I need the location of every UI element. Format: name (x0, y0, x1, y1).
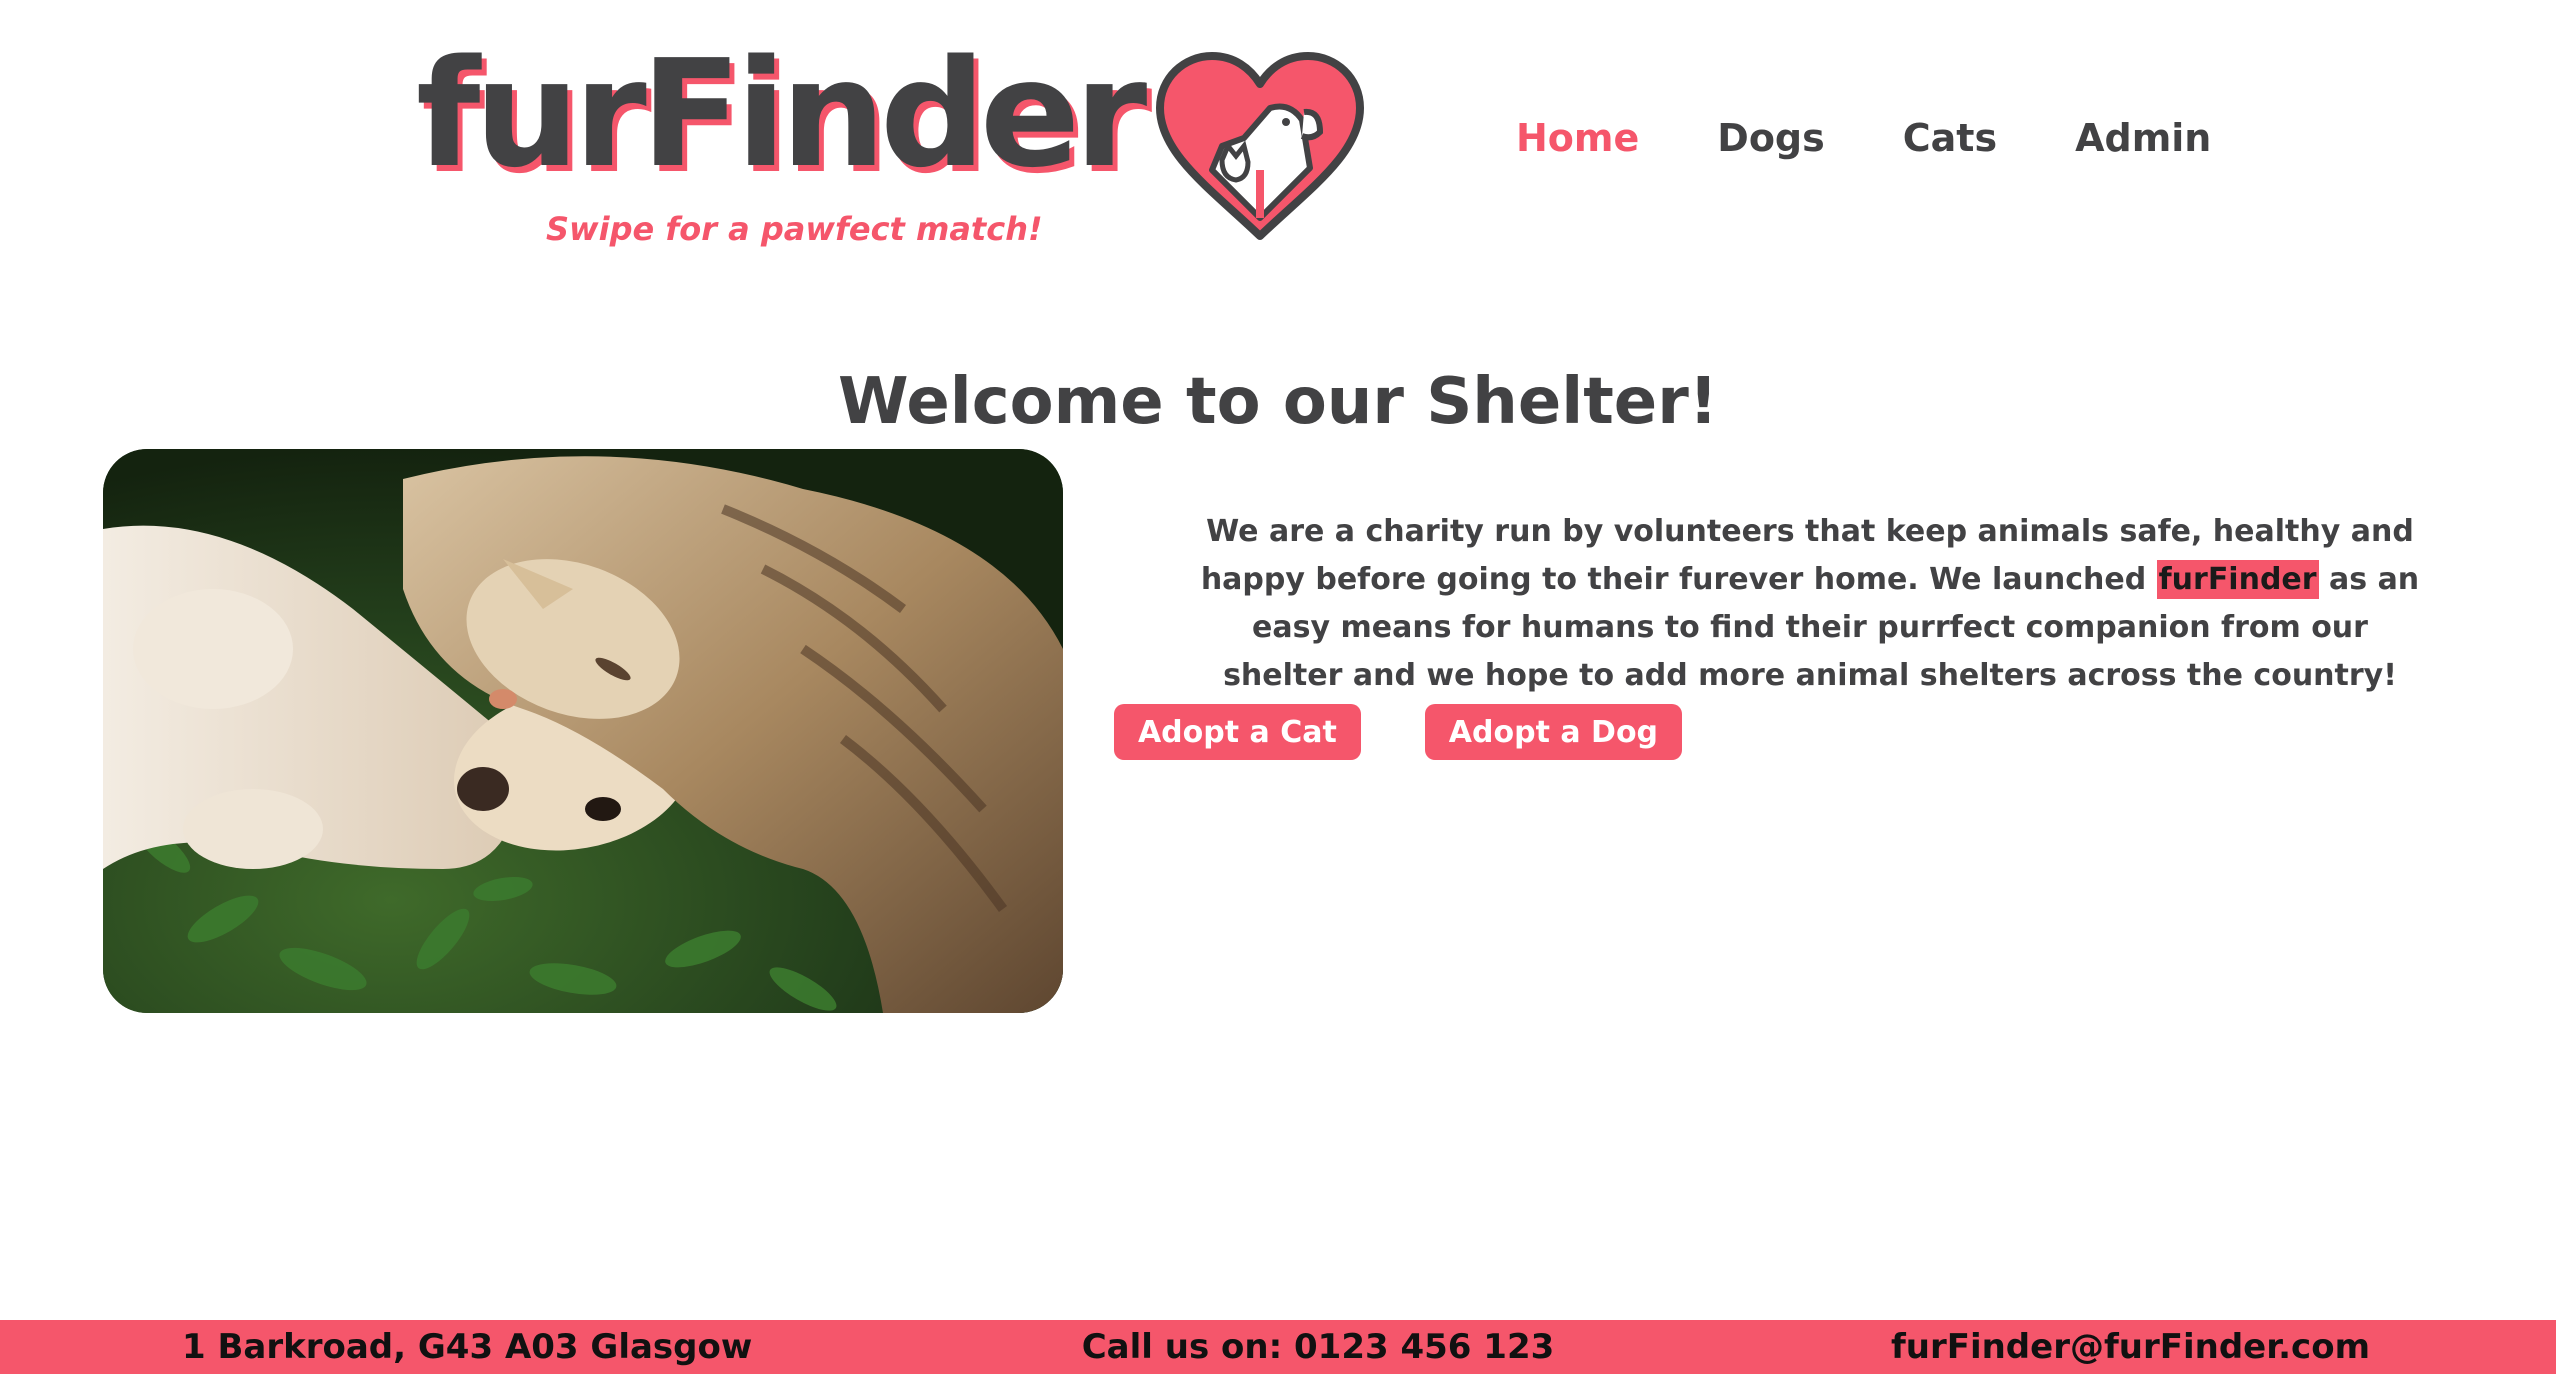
nav-item-cats[interactable]: Cats (1903, 116, 1997, 160)
nav-item-home[interactable]: Home (1516, 116, 1639, 160)
brand-wordmark: furFinder (416, 28, 1147, 200)
brand-logo[interactable]: furFinder Swipe for a pawfect match! (416, 40, 1376, 260)
adopt-buttons: Adopt a Cat Adopt a Dog (0, 704, 2556, 760)
main-nav: Home Dogs Cats Admin (1516, 116, 2211, 160)
intro-highlight-brand: furFinder (2156, 560, 2319, 599)
footer: 1 Barkroad, G43 A03 Glasgow Call us on: … (0, 1320, 2556, 1374)
brand-tagline: Swipe for a pawfect match! (546, 210, 1043, 248)
adopt-dog-button[interactable]: Adopt a Dog (1424, 704, 1683, 760)
footer-email-link[interactable]: furFinder@furFinder.com (1891, 1320, 2370, 1374)
nav-item-dogs[interactable]: Dogs (1717, 116, 1824, 160)
adopt-cat-button[interactable]: Adopt a Cat (1113, 704, 1361, 760)
page-title: Welcome to our Shelter! (838, 364, 1718, 439)
intro-paragraph: We are a charity run by volunteers that … (1190, 508, 2430, 700)
nav-item-admin[interactable]: Admin (2075, 116, 2211, 160)
page: furFinder Swipe for a pawfect match! Hom… (0, 0, 2556, 1374)
heart-with-dog-and-cat-icon (1156, 52, 1364, 240)
